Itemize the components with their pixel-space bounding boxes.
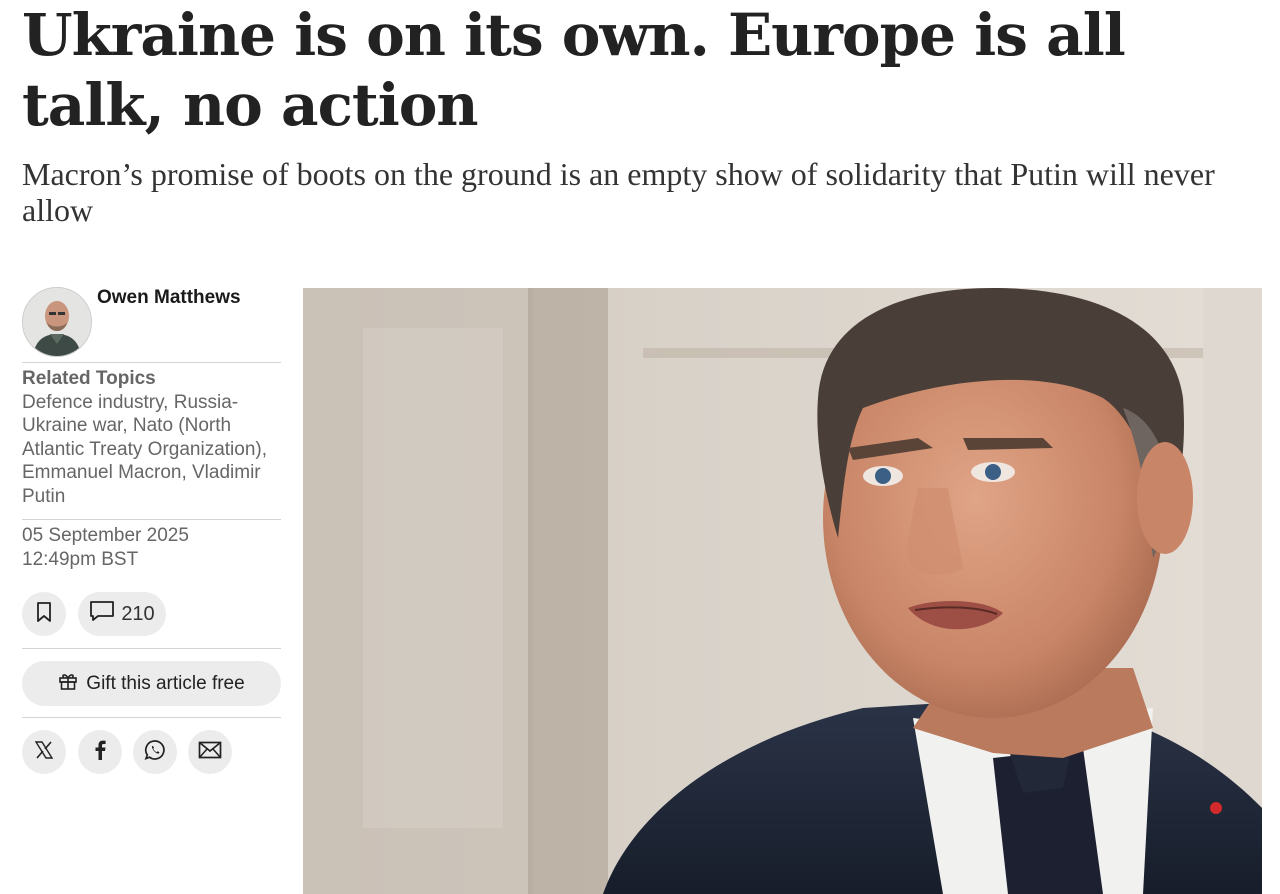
x-icon [34, 740, 54, 764]
bookmark-icon [34, 601, 54, 627]
related-topics-heading: Related Topics [22, 368, 156, 389]
article-hero-image [303, 288, 1262, 894]
share-facebook-button[interactable] [78, 730, 122, 774]
comment-icon [89, 600, 115, 628]
gift-article-label: Gift this article free [86, 672, 245, 694]
facebook-icon [93, 740, 107, 764]
comments-button[interactable]: 210 [78, 592, 166, 636]
author-byline: Owen Matthews [22, 287, 281, 362]
article-standfirst: Macron’s promise of boots on the ground … [22, 156, 1215, 228]
share-email-button[interactable] [188, 730, 232, 774]
publish-time: 12:49pm BST [22, 548, 139, 570]
related-topics-list[interactable]: Defence industry, Russia-Ukraine war, Na… [22, 391, 281, 509]
author-avatar[interactable] [22, 287, 92, 357]
publish-date: 05 September 2025 [22, 525, 189, 546]
gift-section: Gift this article free [22, 649, 281, 717]
share-x-button[interactable] [22, 730, 66, 774]
publish-dateline: 05 September 2025 12:49pm BST [22, 520, 281, 592]
article-sidebar: Owen Matthews Related Topics Defence ind… [22, 287, 281, 784]
share-buttons [22, 724, 281, 784]
whatsapp-icon [144, 739, 166, 765]
author-name-link[interactable]: Owen Matthews [97, 287, 241, 309]
gift-article-button[interactable]: Gift this article free [22, 661, 281, 706]
email-icon [198, 741, 222, 763]
article-actions: 210 [22, 592, 281, 648]
gift-icon [58, 671, 78, 697]
share-whatsapp-button[interactable] [133, 730, 177, 774]
comment-count: 210 [121, 602, 155, 625]
related-topics: Related Topics Defence industry, Russia-… [22, 363, 281, 519]
divider [22, 717, 281, 718]
bookmark-button[interactable] [22, 592, 66, 636]
article-headline: Ukraine is on its own. Europe is all tal… [22, 1, 1126, 139]
